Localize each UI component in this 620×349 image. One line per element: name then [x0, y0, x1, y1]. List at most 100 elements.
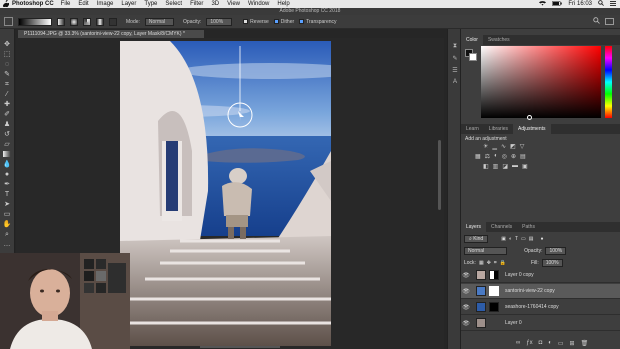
layer-row[interactable]: 👁 Layer 0 copy	[461, 268, 620, 283]
menu-3d[interactable]: 3D	[211, 1, 219, 7]
layer-row[interactable]: 👁 Layer 0	[461, 316, 620, 331]
path-select-tool-icon[interactable]: ➤	[2, 201, 12, 209]
visibility-eye-icon[interactable]: 👁	[461, 272, 471, 279]
character-panel-icon[interactable]: A	[451, 79, 459, 86]
tab-paths[interactable]: Paths	[517, 222, 540, 232]
gradient-type-diamond-icon[interactable]	[109, 17, 117, 26]
layer-mask-thumbnail[interactable]	[489, 270, 499, 280]
menu-window[interactable]: Window	[248, 1, 269, 7]
gradient-tool-preset-icon[interactable]	[4, 17, 13, 26]
document-image[interactable]	[120, 41, 331, 346]
crop-tool-icon[interactable]: ⌗	[2, 81, 12, 89]
new-layer-icon[interactable]: ⊞	[570, 340, 575, 348]
color-picker-field[interactable]	[481, 46, 601, 118]
layer-mask-thumbnail[interactable]	[489, 302, 499, 312]
gradient-type-radial-icon[interactable]	[70, 17, 78, 26]
rectangle-tool-icon[interactable]: ▭	[2, 211, 12, 219]
filter-smart-object-icon[interactable]: ▤	[529, 236, 534, 242]
vibrance-icon[interactable]: ▽	[520, 143, 525, 150]
layer-name[interactable]: seashore-1760414 copy	[505, 304, 559, 310]
workspace-switcher-icon[interactable]	[605, 18, 614, 25]
invert-icon[interactable]: ◧	[483, 163, 489, 170]
curves-icon[interactable]: ∿	[501, 143, 506, 150]
filter-toggle-icon[interactable]: ●	[541, 236, 544, 242]
hand-tool-icon[interactable]: ✋	[2, 221, 12, 229]
more-tools-icon[interactable]: …	[2, 241, 12, 249]
eyedropper-tool-icon[interactable]: ⁄	[2, 91, 12, 99]
color-balance-icon[interactable]: ⚖	[485, 153, 490, 160]
transparency-checkbox[interactable]: Transparency	[299, 19, 337, 25]
layer-mask-thumbnail[interactable]	[489, 286, 499, 296]
filter-pixel-icon[interactable]: ▣	[501, 236, 506, 242]
document-tab[interactable]: P1111094.JPG @ 33.3% (santorini-view-22 …	[18, 30, 204, 38]
tab-adjustments[interactable]: Adjustments	[512, 124, 551, 134]
tab-channels[interactable]: Channels	[486, 222, 517, 232]
eraser-tool-icon[interactable]: ▱	[2, 141, 12, 149]
trash-icon[interactable]: 🗑	[581, 340, 589, 348]
dodge-tool-icon[interactable]: ●	[2, 171, 12, 179]
clone-stamp-tool-icon[interactable]: ♟	[2, 121, 12, 129]
menu-filter[interactable]: Filter	[190, 1, 203, 7]
filter-shape-icon[interactable]: ▭	[521, 236, 526, 242]
menu-list-icon[interactable]	[610, 0, 616, 8]
blend-mode-select[interactable]: Normal	[464, 246, 508, 255]
gradient-type-angle-icon[interactable]	[83, 17, 91, 26]
link-icon[interactable]: ∞	[516, 340, 520, 348]
gradient-map-icon[interactable]: ▬	[512, 163, 518, 170]
pen-tool-icon[interactable]: ✒	[2, 181, 12, 189]
dither-checkbox[interactable]: Dither	[273, 19, 294, 25]
move-tool-icon[interactable]: ✥	[2, 41, 12, 49]
layer-name[interactable]: santorini-view-22 copy	[505, 288, 555, 294]
layer-opacity-field[interactable]: 100%	[545, 246, 567, 255]
canvas-vertical-scrollbar[interactable]	[438, 140, 441, 210]
type-tool-icon[interactable]: T	[2, 191, 12, 199]
exposure-icon[interactable]: ◩	[510, 143, 516, 150]
properties-panel-icon[interactable]: ☰	[451, 67, 459, 74]
opacity-field[interactable]: 100%	[206, 17, 233, 26]
adjustment-icon[interactable]: ◐	[548, 340, 552, 348]
mask-icon[interactable]: ◘	[539, 340, 543, 348]
hue-slider[interactable]	[605, 46, 612, 118]
tab-color[interactable]: Color	[461, 35, 483, 45]
layer-name[interactable]: Layer 0 copy	[505, 272, 534, 278]
menu-file[interactable]: File	[61, 1, 71, 7]
levels-icon[interactable]: ▁	[492, 143, 497, 150]
hue-saturation-icon[interactable]: ▦	[475, 153, 481, 160]
visibility-eye-icon[interactable]: 👁	[461, 320, 471, 327]
color-lookup-icon[interactable]: ▤	[520, 153, 526, 160]
fill-field[interactable]: 100%	[541, 258, 563, 267]
brush-tool-icon[interactable]: ✐	[2, 111, 12, 119]
tab-layers[interactable]: Layers	[461, 222, 487, 232]
menu-type[interactable]: Type	[144, 1, 157, 7]
threshold-icon[interactable]: ◪	[502, 163, 508, 170]
selective-color-icon[interactable]: ▣	[522, 163, 528, 170]
reverse-checkbox[interactable]: Reverse	[243, 19, 269, 25]
folder-icon[interactable]: ▭	[558, 340, 564, 348]
tab-learn[interactable]: Learn	[461, 124, 484, 134]
canvas-horizontal-scrollbar[interactable]	[200, 346, 280, 348]
layer-row-selected[interactable]: 👁 santorini-view-22 copy	[461, 284, 620, 299]
layer-row[interactable]: 👁 seashore-1760414 copy	[461, 300, 620, 315]
battery-icon[interactable]	[552, 0, 563, 8]
mode-select[interactable]: Normal	[144, 17, 175, 26]
lasso-tool-icon[interactable]: ◌	[2, 61, 12, 69]
workspace-search-icon[interactable]	[593, 17, 600, 26]
layer-filter-select[interactable]: ⌕ Kind	[464, 234, 489, 243]
menu-select[interactable]: Select	[165, 1, 182, 7]
layer-name[interactable]: Layer 0	[505, 320, 522, 326]
gradient-picker[interactable]	[18, 17, 52, 26]
menu-layer[interactable]: Layer	[121, 1, 136, 7]
channel-mixer-icon[interactable]: ⊕	[511, 153, 516, 160]
clock[interactable]: Fri 16:03	[568, 1, 592, 7]
gradient-type-linear-icon[interactable]	[57, 17, 65, 26]
tab-libraries[interactable]: Libraries	[484, 124, 513, 134]
marquee-tool-icon[interactable]: ⬚	[2, 51, 12, 59]
wifi-icon[interactable]	[539, 0, 547, 8]
menu-edit[interactable]: Edit	[78, 1, 88, 7]
visibility-eye-icon[interactable]: 👁	[461, 304, 471, 311]
blur-tool-icon[interactable]: 💧	[2, 161, 12, 169]
background-color-swatch[interactable]	[469, 53, 477, 61]
gradient-type-reflected-icon[interactable]	[96, 17, 104, 26]
lock-artboard-icon[interactable]: ⌗	[494, 260, 497, 266]
tab-swatches[interactable]: Swatches	[483, 35, 515, 45]
